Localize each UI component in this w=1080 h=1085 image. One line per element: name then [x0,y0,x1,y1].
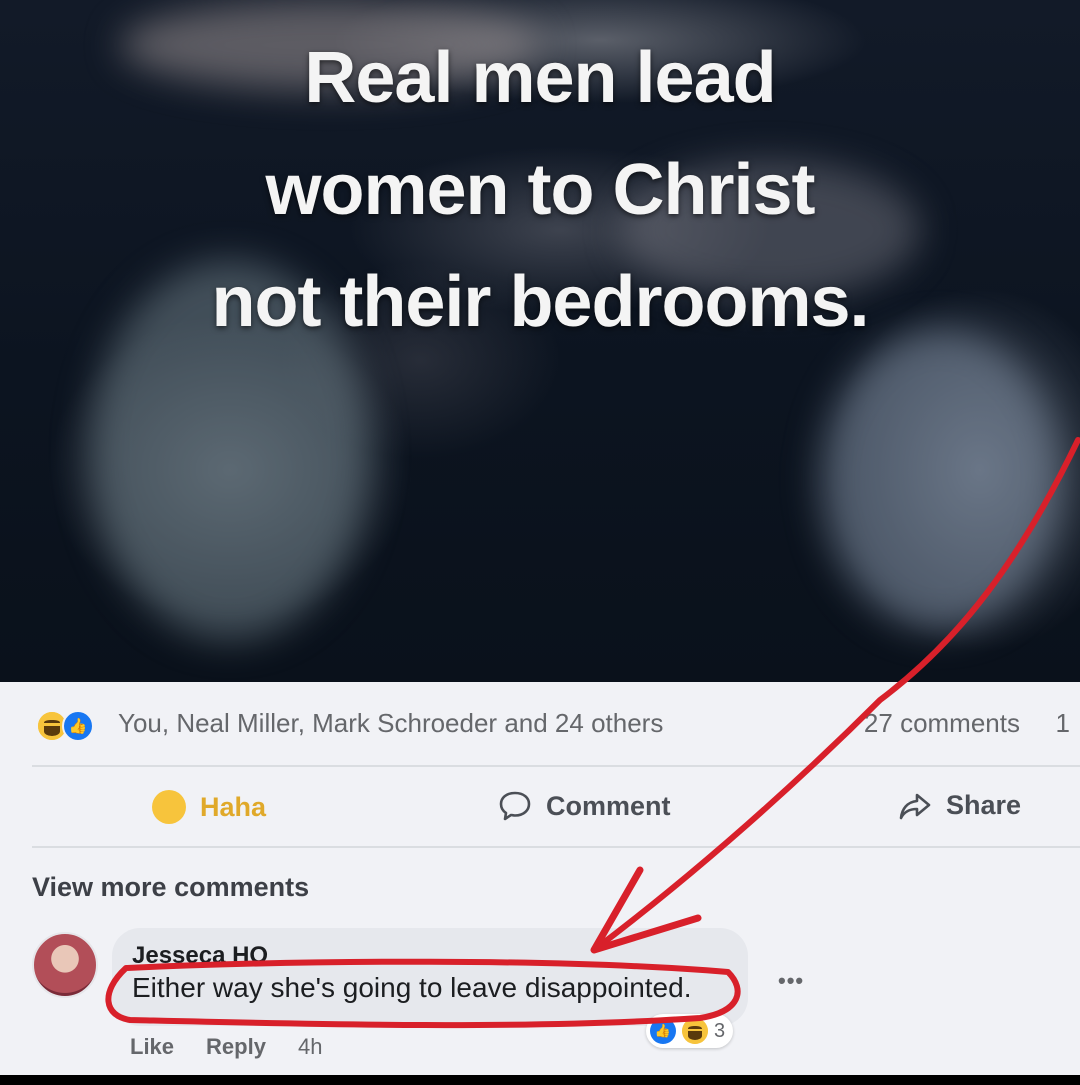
comment-meta: Like Reply 4h [130,1034,322,1060]
meme-line: not their bedrooms. [211,262,869,342]
reactions-summary[interactable]: 👍 You, Neal Miller, Mark Schroeder and 2… [36,708,1070,742]
photo-blur-shape [820,330,1060,630]
haha-icon [682,1018,708,1044]
comment-button[interactable]: Comment [498,790,671,822]
comment-like-button[interactable]: Like [130,1034,174,1060]
more-options-icon[interactable]: ••• [778,968,804,994]
comment-icon [499,791,531,821]
post-image: Real men lead women to Christ not their … [0,0,1080,682]
comment-timestamp: 4h [297,1034,323,1059]
divider [32,765,1080,767]
share-icon [899,793,931,819]
like-icon: 👍 [62,710,94,742]
comments-count[interactable]: 27 comments [864,708,1020,739]
comment-text: Either way she's going to leave disappoi… [132,972,692,1003]
post-actions: Haha Comment Share [0,782,1080,836]
meme-caption: Real men lead women to Christ not their … [0,22,1080,358]
bottom-bar [0,1075,1080,1085]
share-button[interactable]: Share [898,790,1021,821]
share-label: Share [946,790,1022,820]
shares-count[interactable]: 1 [1056,708,1070,739]
reaction-icons[interactable]: 👍 [36,710,108,742]
comment-label: Comment [546,790,671,821]
haha-icon [152,790,186,824]
haha-label: Haha [200,791,267,822]
reaction-names[interactable]: You, Neal Miller, Mark Schroeder and 24 … [118,708,663,739]
meme-line: women to Christ [265,150,815,230]
comment-reaction-count: 3 [714,1019,726,1042]
meme-line: Real men lead [304,38,776,118]
view-more-comments-link[interactable]: View more comments [32,872,309,903]
comment-author[interactable]: Jesseca HO [132,942,268,970]
haha-button[interactable]: Haha [152,790,266,824]
post-footer: 👍 You, Neal Miller, Mark Schroeder and 2… [0,682,1080,1075]
comment-reply-button[interactable]: Reply [206,1034,266,1060]
comment-bubble: Jesseca HO Either way she's going to lea… [112,928,748,1026]
divider [32,846,1080,848]
avatar[interactable] [32,932,98,998]
like-icon: 👍 [650,1018,676,1044]
comment-reactions[interactable]: 👍 3 [646,1014,734,1048]
